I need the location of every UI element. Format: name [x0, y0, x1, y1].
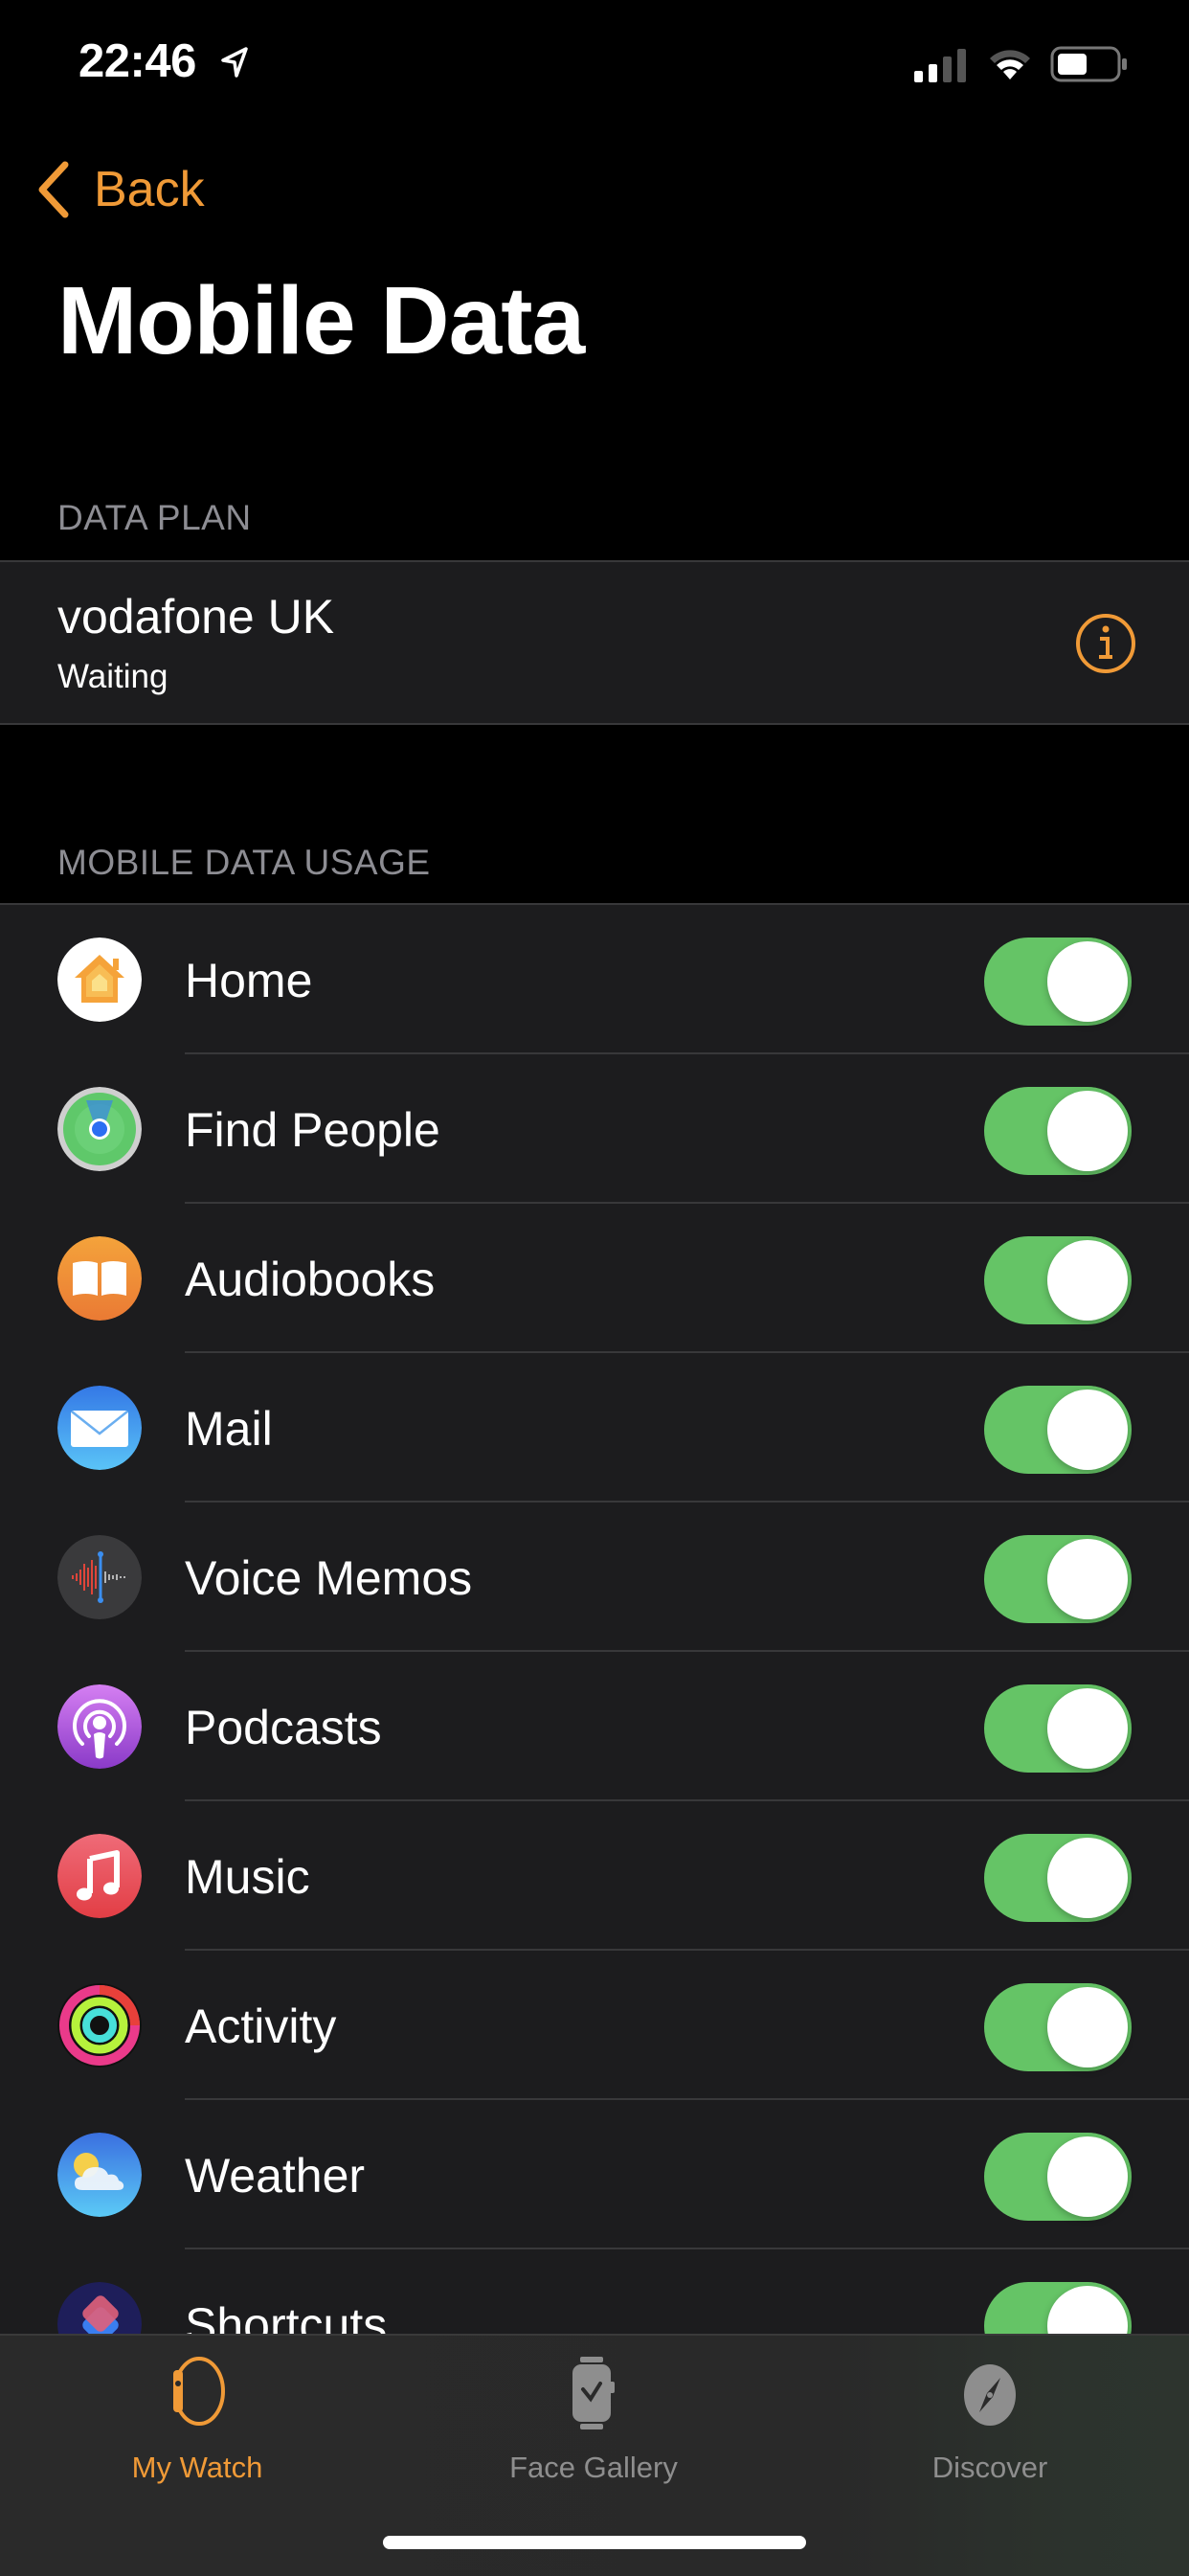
toggle-voice-memos[interactable]	[984, 1535, 1132, 1623]
wifi-icon	[990, 50, 1030, 79]
mail-app-icon	[57, 1386, 142, 1470]
voice-memos-app-icon	[57, 1535, 142, 1619]
app-list: Home Find People Audiobooks Mail Voice M…	[0, 903, 1189, 2370]
app-row-activity: Activity	[0, 1951, 1189, 2100]
toggle-audiobooks[interactable]	[984, 1236, 1132, 1324]
tab-face-gallery[interactable]: Face Gallery	[450, 2336, 737, 2489]
toggle-find-people[interactable]	[984, 1087, 1132, 1175]
app-row-voice-memos: Voice Memos	[0, 1503, 1189, 1652]
home-indicator[interactable]	[383, 2536, 806, 2549]
status-bar: 22:46	[0, 0, 1189, 126]
toggle-mail[interactable]	[984, 1386, 1132, 1474]
tab-label: My Watch	[131, 2451, 263, 2484]
app-label: Find People	[185, 1103, 440, 1157]
app-label: Activity	[185, 2000, 337, 2053]
face-gallery-icon	[572, 2357, 615, 2429]
plan-status: Waiting	[57, 658, 168, 695]
watch-icon	[173, 2357, 225, 2426]
toggle-activity[interactable]	[984, 1983, 1132, 2071]
find-people-app-icon	[57, 1087, 142, 1171]
app-row-mail: Mail	[0, 1353, 1189, 1503]
music-app-icon	[57, 1834, 142, 1918]
app-row-weather: Weather	[0, 2100, 1189, 2249]
app-row-podcasts: Podcasts	[0, 1652, 1189, 1801]
app-row-home: Home	[0, 905, 1189, 1054]
back-label: Back	[94, 162, 205, 217]
activity-app-icon	[57, 1983, 142, 2068]
app-label: Mail	[185, 1402, 273, 1456]
data-plan-row[interactable]: vodafone UK Waiting	[0, 560, 1189, 725]
toggle-weather[interactable]	[984, 2133, 1132, 2221]
location-arrow-icon	[221, 47, 248, 78]
app-label: Podcasts	[185, 1701, 382, 1754]
carrier-name: vodafone UK	[57, 590, 335, 644]
status-time: 22:46	[79, 35, 196, 87]
back-button[interactable]: Back	[34, 156, 205, 223]
app-label: Weather	[185, 2149, 366, 2203]
toggle-music[interactable]	[984, 1834, 1132, 1922]
weather-app-icon	[57, 2133, 142, 2217]
info-icon[interactable]	[1074, 612, 1137, 675]
cellular-signal-icon	[914, 49, 966, 82]
battery-icon	[1050, 46, 1127, 82]
tab-label: Face Gallery	[509, 2451, 678, 2484]
podcasts-app-icon	[57, 1684, 142, 1769]
app-row-audiobooks: Audiobooks	[0, 1204, 1189, 1353]
chevron-left-icon	[38, 161, 69, 218]
home-app-icon	[57, 938, 142, 1022]
app-row-music: Music	[0, 1801, 1189, 1951]
compass-icon	[964, 2364, 1016, 2426]
section-header-mobile-data-usage: MOBILE DATA USAGE	[57, 843, 431, 882]
app-label: Audiobooks	[185, 1253, 436, 1306]
page-title: Mobile Data	[57, 267, 585, 374]
app-row-find-people: Find People	[0, 1054, 1189, 1204]
app-label: Voice Memos	[185, 1551, 473, 1605]
toggle-home[interactable]	[984, 938, 1132, 1026]
tab-label: Discover	[931, 2451, 1048, 2484]
audiobooks-app-icon	[57, 1236, 142, 1321]
toggle-podcasts[interactable]	[984, 1684, 1132, 1773]
tab-my-watch[interactable]: My Watch	[54, 2336, 341, 2489]
section-header-data-plan: DATA PLAN	[57, 498, 252, 537]
app-label: Music	[185, 1850, 310, 1904]
app-label: Home	[185, 954, 313, 1007]
tab-discover[interactable]: Discover	[846, 2336, 1133, 2489]
